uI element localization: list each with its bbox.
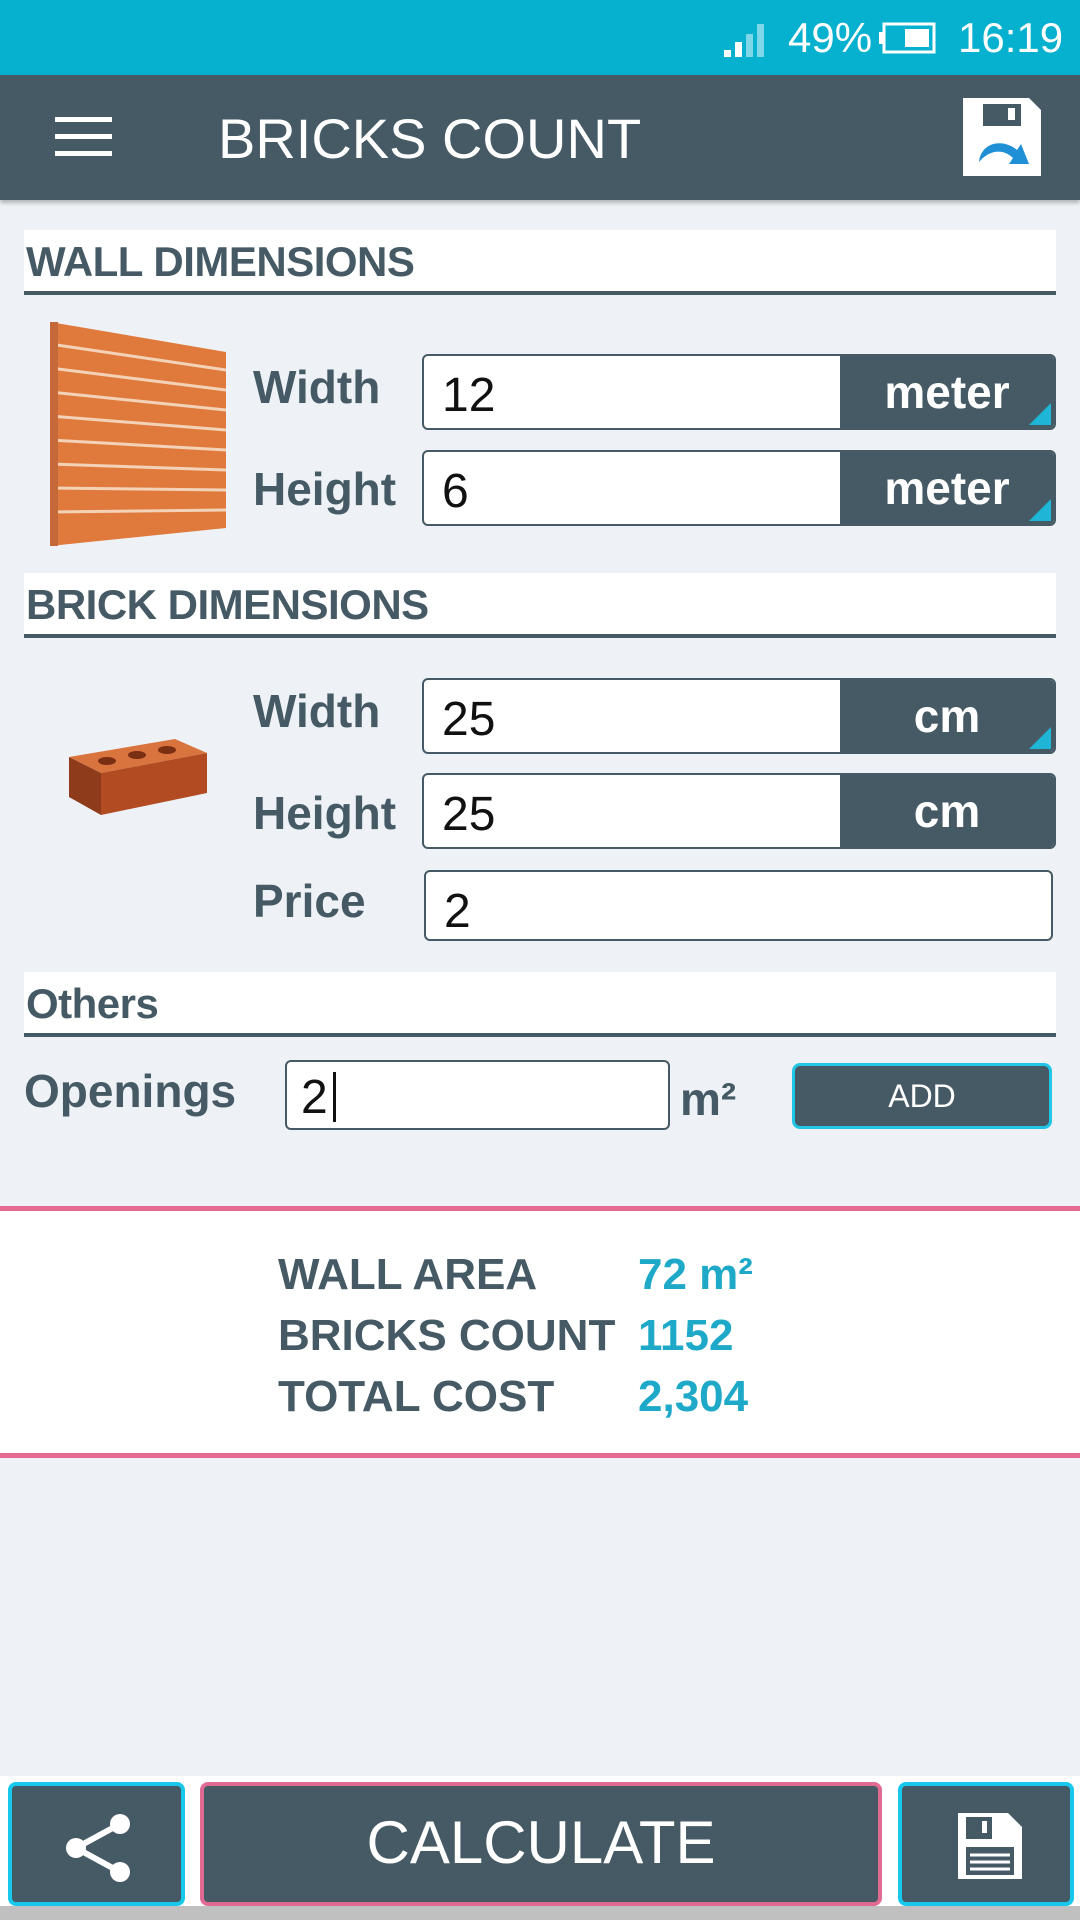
battery-icon — [879, 22, 936, 54]
save-as-icon[interactable] — [963, 98, 1041, 176]
battery-percent: 49% — [788, 14, 873, 61]
wall-width-label: Width — [253, 361, 381, 413]
openings-unit: m² — [680, 1073, 737, 1125]
brick-width-label: Width — [253, 685, 381, 737]
brick-image — [69, 739, 207, 815]
wall-height-field[interactable]: 6 meter — [422, 450, 1056, 526]
dropdown-indicator-icon — [1029, 727, 1051, 749]
wall-image — [50, 322, 226, 546]
wall-width-unit: meter — [884, 366, 1010, 418]
calculate-button[interactable]: CALCULATE — [200, 1782, 882, 1906]
brick-width-unit-select[interactable]: cm — [840, 680, 1054, 752]
others-header: Others — [24, 972, 1056, 1037]
brick-dimensions-header: BRICK DIMENSIONS — [24, 573, 1056, 638]
total-cost-value: 2,304 — [638, 1372, 749, 1421]
wall-height-label: Height — [253, 463, 397, 515]
wall-width-input[interactable]: 12 — [442, 368, 495, 423]
dropdown-indicator-icon — [1029, 499, 1051, 521]
toolbar: BRICKS COUNT — [0, 75, 1080, 200]
text-cursor — [333, 1072, 336, 1122]
price-input[interactable]: 2 — [444, 884, 471, 939]
openings-label: Openings — [24, 1065, 237, 1117]
wall-height-unit: meter — [884, 462, 1010, 514]
page-title: BRICKS COUNT — [218, 107, 642, 170]
status-bar: 49% 16:19 — [0, 0, 1080, 75]
price-field[interactable]: 2 — [424, 870, 1053, 941]
openings-input[interactable]: 2 — [301, 1070, 328, 1125]
brick-width-field[interactable]: 25 cm — [422, 678, 1056, 754]
price-label: Price — [253, 875, 366, 927]
clock: 16:19 — [958, 14, 1064, 61]
brick-height-unit-select[interactable]: cm — [840, 775, 1054, 847]
nav-bar-strip — [0, 1906, 1080, 1920]
menu-icon[interactable] — [55, 117, 112, 157]
brick-width-unit: cm — [913, 690, 981, 742]
wall-area-label: WALL AREA — [278, 1250, 538, 1299]
brick-height-label: Height — [253, 787, 397, 839]
openings-field[interactable]: 2 — [285, 1060, 670, 1130]
wall-dimensions-header: WALL DIMENSIONS — [24, 230, 1056, 295]
total-cost-label: TOTAL COST — [278, 1372, 555, 1421]
share-icon — [66, 1814, 130, 1882]
brick-width-input[interactable]: 25 — [442, 692, 495, 747]
brick-height-field[interactable]: 25 cm — [422, 773, 1056, 849]
brick-height-unit: cm — [913, 785, 981, 837]
wall-height-unit-select[interactable]: meter — [840, 452, 1054, 524]
brick-height-input[interactable]: 25 — [442, 787, 495, 842]
save-button[interactable] — [898, 1782, 1074, 1906]
floppy-disk-icon — [958, 1813, 1022, 1879]
share-button[interactable] — [8, 1782, 185, 1906]
wall-width-unit-select[interactable]: meter — [840, 356, 1054, 428]
bricks-count-label: BRICKS COUNT — [278, 1311, 616, 1360]
wall-width-field[interactable]: 12 meter — [422, 354, 1056, 430]
dropdown-indicator-icon — [1029, 403, 1051, 425]
add-button[interactable]: ADD — [792, 1063, 1052, 1129]
signal-icon — [724, 24, 764, 57]
bricks-count-value: 1152 — [638, 1311, 734, 1360]
wall-height-input[interactable]: 6 — [442, 464, 469, 519]
wall-area-value: 72 m² — [638, 1250, 753, 1299]
